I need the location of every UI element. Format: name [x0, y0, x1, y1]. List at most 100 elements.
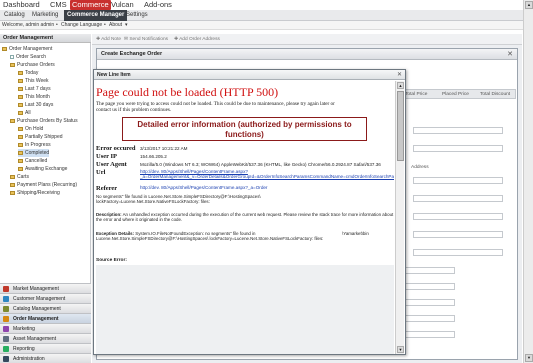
- subnav-commerce-manager[interactable]: Commerce Manager: [64, 10, 128, 21]
- module-icon: [3, 336, 9, 342]
- tree-item-label: Last 7 days: [25, 86, 51, 92]
- no-segments-text: No segments" file found in Lucene.Net.St…: [96, 194, 261, 205]
- tree-item-label: Purchase Orders: [17, 62, 55, 68]
- folder-icon: [18, 102, 23, 107]
- module-marketing[interactable]: Marketing: [0, 323, 91, 333]
- window-title: Create Exchange Order: [97, 49, 517, 60]
- tree-item-label: Last 30 days: [25, 102, 54, 108]
- tree-item[interactable]: Order Management: [2, 45, 52, 53]
- folder-icon: [18, 126, 23, 131]
- close-icon[interactable]: ✕: [397, 71, 402, 78]
- module-market-management[interactable]: Market Management: [0, 283, 91, 293]
- dialog-title: New Line Item: [94, 70, 405, 80]
- scroll-down-arrow-icon[interactable]: ▼: [397, 346, 404, 353]
- tree-item[interactable]: This Week: [18, 77, 49, 85]
- module-label: Administration: [13, 356, 45, 362]
- folder-icon: [10, 182, 15, 187]
- scroll-down-arrow-icon[interactable]: ▼: [525, 354, 533, 362]
- referer-label: Referer: [96, 185, 118, 192]
- tree-item-label: Shipping/Receiving: [17, 190, 60, 196]
- folder-icon: [18, 150, 23, 155]
- tree-item[interactable]: In Progress: [18, 141, 51, 149]
- tree-item[interactable]: On Hold: [18, 125, 43, 133]
- sidebar-header: Order Management: [0, 34, 91, 43]
- tree-item-label: All: [25, 110, 31, 116]
- page-scrollbar[interactable]: ▲ ▼: [523, 0, 533, 363]
- user-agent-label: User Agent: [96, 161, 127, 168]
- form-field[interactable]: [413, 145, 503, 152]
- detail-heading: Detailed error information (authorized b…: [122, 117, 367, 141]
- module-customer-management[interactable]: Customer Management: [0, 293, 91, 303]
- subnav-marketing[interactable]: Marketing: [32, 10, 58, 21]
- module-order-management[interactable]: Order Management: [0, 313, 91, 323]
- tree-item[interactable]: Payment Plans (Recurring): [10, 181, 77, 189]
- topnav-addons[interactable]: Add-ons: [144, 0, 172, 10]
- tree-item[interactable]: Shipping/Receiving: [10, 189, 60, 197]
- send-notifications-button[interactable]: ✉ Send Notifications: [124, 34, 168, 45]
- add-note-button[interactable]: ✚ Add Note: [96, 34, 121, 45]
- tree-item[interactable]: Carts: [10, 173, 29, 181]
- change-language-link[interactable]: Change Language: [61, 21, 102, 30]
- grid-col-total-discount[interactable]: Total Discount: [480, 92, 510, 97]
- referer-link[interactable]: http://dev. 80/Apps/Shell/Pages/ContentF…: [140, 185, 394, 190]
- module-label: Reporting: [13, 346, 35, 352]
- form-field[interactable]: [413, 195, 503, 202]
- tree-item[interactable]: All: [18, 109, 31, 117]
- module-asset-management[interactable]: Asset Management: [0, 333, 91, 343]
- user-bar: Welcome, admin admin • Change Language •…: [0, 21, 533, 30]
- error-description: The page you were trying to access could…: [96, 101, 335, 113]
- topnav-cms[interactable]: CMS: [50, 0, 67, 10]
- tree-item-label: In Progress: [25, 142, 51, 148]
- tree-item[interactable]: Last 7 days: [18, 85, 51, 93]
- scroll-up-arrow-icon[interactable]: ▲: [525, 1, 533, 9]
- dialog-scrollbar[interactable]: ▲ ▼: [395, 81, 404, 354]
- tree-item[interactable]: Cancelled: [18, 157, 47, 165]
- topnav-vulcan[interactable]: Vulcan: [111, 0, 134, 10]
- tree-item[interactable]: Partially Shipped: [18, 133, 63, 141]
- module-reporting[interactable]: Reporting: [0, 343, 91, 353]
- add-order-address-button[interactable]: ✚ Add Order Address: [174, 34, 220, 45]
- tree-item[interactable]: Purchase Orders By Status: [10, 117, 78, 125]
- grid-col-placed-price[interactable]: Placed Price: [442, 92, 469, 97]
- tree-item-label: Carts: [17, 174, 29, 180]
- module-catalog-management[interactable]: Catalog Management: [0, 303, 91, 313]
- scroll-up-arrow-icon[interactable]: ▲: [397, 82, 404, 89]
- grid-col-total-price[interactable]: Total Price: [405, 92, 427, 97]
- module-icon: [3, 296, 9, 302]
- module-label: Asset Management: [13, 336, 57, 342]
- tree-item[interactable]: This Month: [18, 93, 50, 101]
- tree-item[interactable]: Purchase Orders: [10, 61, 55, 69]
- tree-item-label: Completed: [25, 150, 50, 156]
- subnav-settings[interactable]: Settings: [126, 10, 148, 21]
- topnav-dashboard[interactable]: Dashboard: [3, 0, 40, 10]
- user-ip-value: 154.66.205.2: [140, 154, 167, 159]
- tree-item-label: This Month: [25, 94, 50, 100]
- url-link[interactable]: http://dev. 80/Apps/Shell/Pages/ContentF…: [140, 169, 394, 184]
- description-text: An unhandled exception occurred during t…: [96, 212, 394, 223]
- form-field[interactable]: [413, 127, 503, 134]
- folder-icon: [2, 46, 7, 51]
- form-field[interactable]: [413, 231, 503, 238]
- folder-icon: [10, 62, 15, 67]
- scrollbar-thumb[interactable]: [397, 91, 404, 161]
- module-icon: [3, 286, 9, 292]
- tree-item[interactable]: Awaiting Exchange: [18, 165, 67, 173]
- module-administration[interactable]: Administration: [0, 353, 91, 363]
- tree-item-label: Awaiting Exchange: [25, 166, 68, 172]
- folder-icon: [18, 94, 23, 99]
- tree-item[interactable]: Order Search: [10, 53, 46, 61]
- close-icon[interactable]: ✕: [507, 50, 513, 58]
- tree-item[interactable]: Today: [18, 69, 38, 77]
- subnav-catalog[interactable]: Catalog: [4, 10, 25, 21]
- topnav-commerce[interactable]: Commerce: [70, 0, 111, 10]
- error-occured-value: 3/13/2017 10:21:22 AM: [140, 146, 188, 151]
- welcome-text: Welcome, admin admin: [2, 22, 55, 28]
- tree-item[interactable]: Completed: [18, 149, 50, 157]
- grid-header: Total Price Placed Price Total Discount: [401, 89, 516, 99]
- form-field[interactable]: [413, 177, 503, 184]
- form-field[interactable]: [413, 213, 503, 220]
- form-field[interactable]: [413, 249, 503, 256]
- tree-item[interactable]: Last 30 days: [18, 101, 53, 109]
- chevron-down-icon[interactable]: ▾: [125, 21, 128, 30]
- about-menu[interactable]: About: [109, 21, 122, 30]
